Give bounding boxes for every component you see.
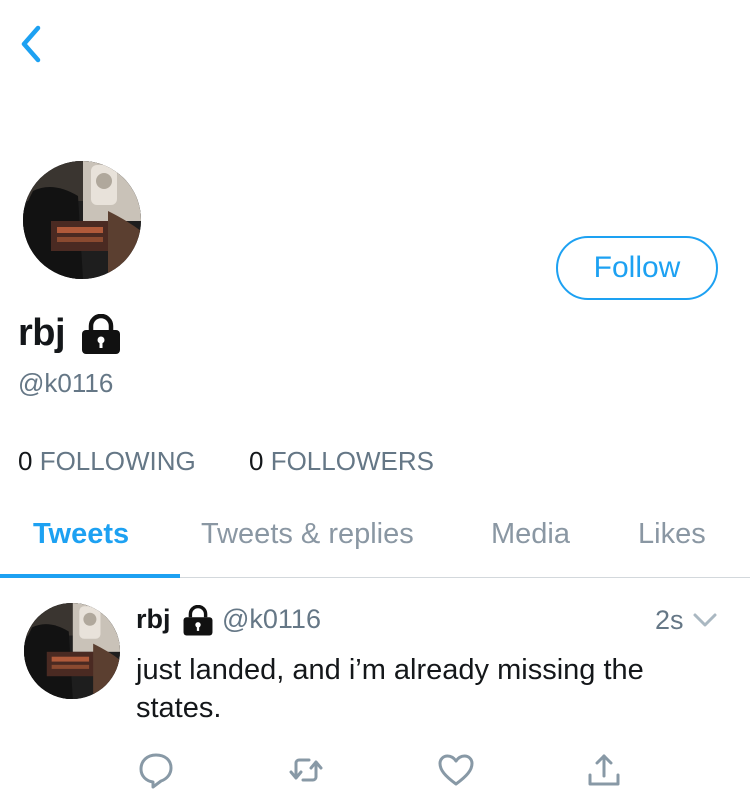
tab-media[interactable]: Media — [491, 518, 570, 551]
share-icon[interactable] — [585, 751, 623, 789]
back-button[interactable] — [14, 24, 48, 64]
follow-button[interactable]: Follow — [556, 236, 718, 300]
tab-tweets[interactable]: Tweets — [33, 518, 129, 551]
tab-tweets-and-replies[interactable]: Tweets & replies — [201, 518, 414, 551]
lock-icon — [183, 605, 213, 636]
following-count: 0 — [18, 446, 33, 476]
active-tab-indicator — [0, 574, 180, 578]
profile-display-name: rbj — [18, 312, 66, 354]
chevron-left-icon — [21, 25, 41, 63]
tweet-avatar-image — [24, 603, 120, 699]
tweet-author-handle[interactable]: @k0116 — [222, 604, 321, 635]
followers-count: 0 — [249, 446, 264, 476]
tweet-timestamp: 2s — [655, 605, 684, 635]
followers-stat[interactable]: 0 FOLLOWERS — [249, 446, 434, 477]
followers-label: FOLLOWERS — [270, 446, 434, 476]
avatar-image — [23, 161, 141, 279]
chevron-down-icon[interactable] — [692, 611, 718, 629]
profile-avatar[interactable] — [23, 161, 141, 279]
following-label: FOLLOWING — [39, 446, 196, 476]
like-icon[interactable] — [437, 751, 475, 789]
tab-likes[interactable]: Likes — [638, 518, 706, 551]
profile-handle: @k0116 — [18, 368, 114, 398]
tweet-avatar[interactable] — [24, 603, 120, 699]
retweet-icon[interactable] — [287, 751, 325, 789]
profile-tabs: Tweets Tweets & replies Media Likes — [0, 500, 750, 578]
reply-icon[interactable] — [137, 751, 175, 789]
lock-icon — [82, 314, 120, 354]
following-stat[interactable]: 0 FOLLOWING — [18, 446, 196, 477]
tweet-text: just landed, and i’m already missing the… — [136, 654, 644, 724]
tweet-author-name[interactable]: rbj — [136, 604, 171, 635]
follow-button-label: Follow — [593, 251, 681, 284]
